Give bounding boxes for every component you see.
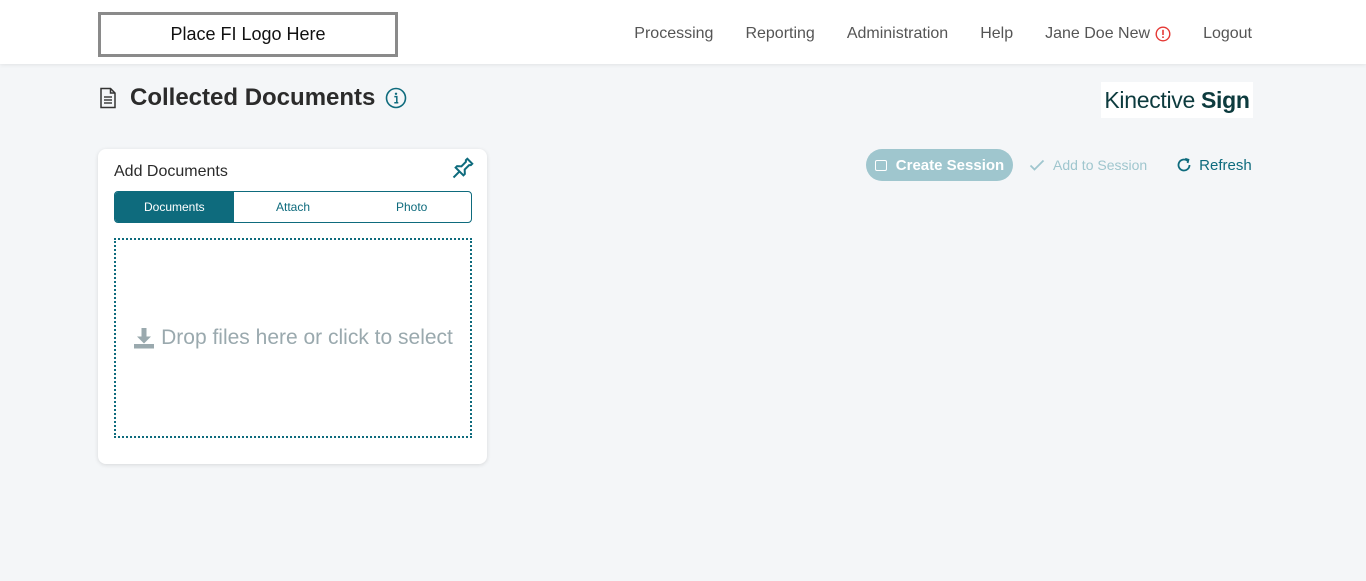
pin-icon[interactable] xyxy=(448,155,476,183)
add-documents-card: Add Documents Documents Attach Photo Dro… xyxy=(98,149,487,464)
refresh-button[interactable]: Refresh xyxy=(1176,157,1252,174)
info-icon[interactable] xyxy=(385,87,407,109)
square-icon xyxy=(874,159,887,171)
user-name: Jane Doe New xyxy=(1045,25,1151,42)
tab-attach[interactable]: Attach xyxy=(234,192,353,222)
kinective-sign-logo: Kinective Sign xyxy=(1101,82,1253,118)
brand-part1: Kinective xyxy=(1104,86,1195,113)
nav-administration[interactable]: Administration xyxy=(847,25,948,43)
refresh-icon xyxy=(1177,157,1191,172)
nav-logout[interactable]: Logout xyxy=(1203,25,1252,43)
file-dropzone[interactable]: Drop files here or click to select xyxy=(114,238,472,438)
dropzone-content: Drop files here or click to select xyxy=(133,326,453,350)
page-header: Collected Documents xyxy=(98,82,407,114)
download-icon xyxy=(133,327,155,349)
tab-documents[interactable]: Documents xyxy=(115,192,234,222)
main-nav: Processing Reporting Administration Help… xyxy=(602,0,1252,68)
nav-processing[interactable]: Processing xyxy=(634,25,713,43)
logo-text: Place FI Logo Here xyxy=(170,24,326,44)
top-navigation-bar: Place FI Logo Here Processing Reporting … xyxy=(0,0,1366,64)
create-session-button[interactable]: Create Session xyxy=(866,149,1013,181)
tab-photo[interactable]: Photo xyxy=(352,192,471,222)
add-to-session-button[interactable]: Add to Session xyxy=(1029,157,1147,173)
create-session-label: Create Session xyxy=(895,156,1005,174)
nav-help[interactable]: Help xyxy=(980,25,1013,43)
session-actions: Create Session Add to Session Refresh xyxy=(866,149,1252,181)
alert-circle-icon xyxy=(1155,26,1171,42)
fi-logo-placeholder[interactable]: Place FI Logo Here xyxy=(98,12,398,57)
check-icon xyxy=(1029,159,1045,171)
nav-user-menu[interactable]: Jane Doe New xyxy=(1045,25,1171,43)
card-title: Add Documents xyxy=(114,163,228,180)
file-text-icon xyxy=(98,87,118,109)
document-source-tabs: Documents Attach Photo xyxy=(114,191,472,223)
add-to-session-label: Add to Session xyxy=(1053,157,1148,173)
refresh-label: Refresh xyxy=(1199,156,1252,174)
page-title: Collected Documents xyxy=(130,84,376,111)
brand-part2: Sign xyxy=(1201,86,1250,113)
nav-reporting[interactable]: Reporting xyxy=(745,25,814,43)
dropzone-text: Drop files here or click to select xyxy=(161,326,453,349)
